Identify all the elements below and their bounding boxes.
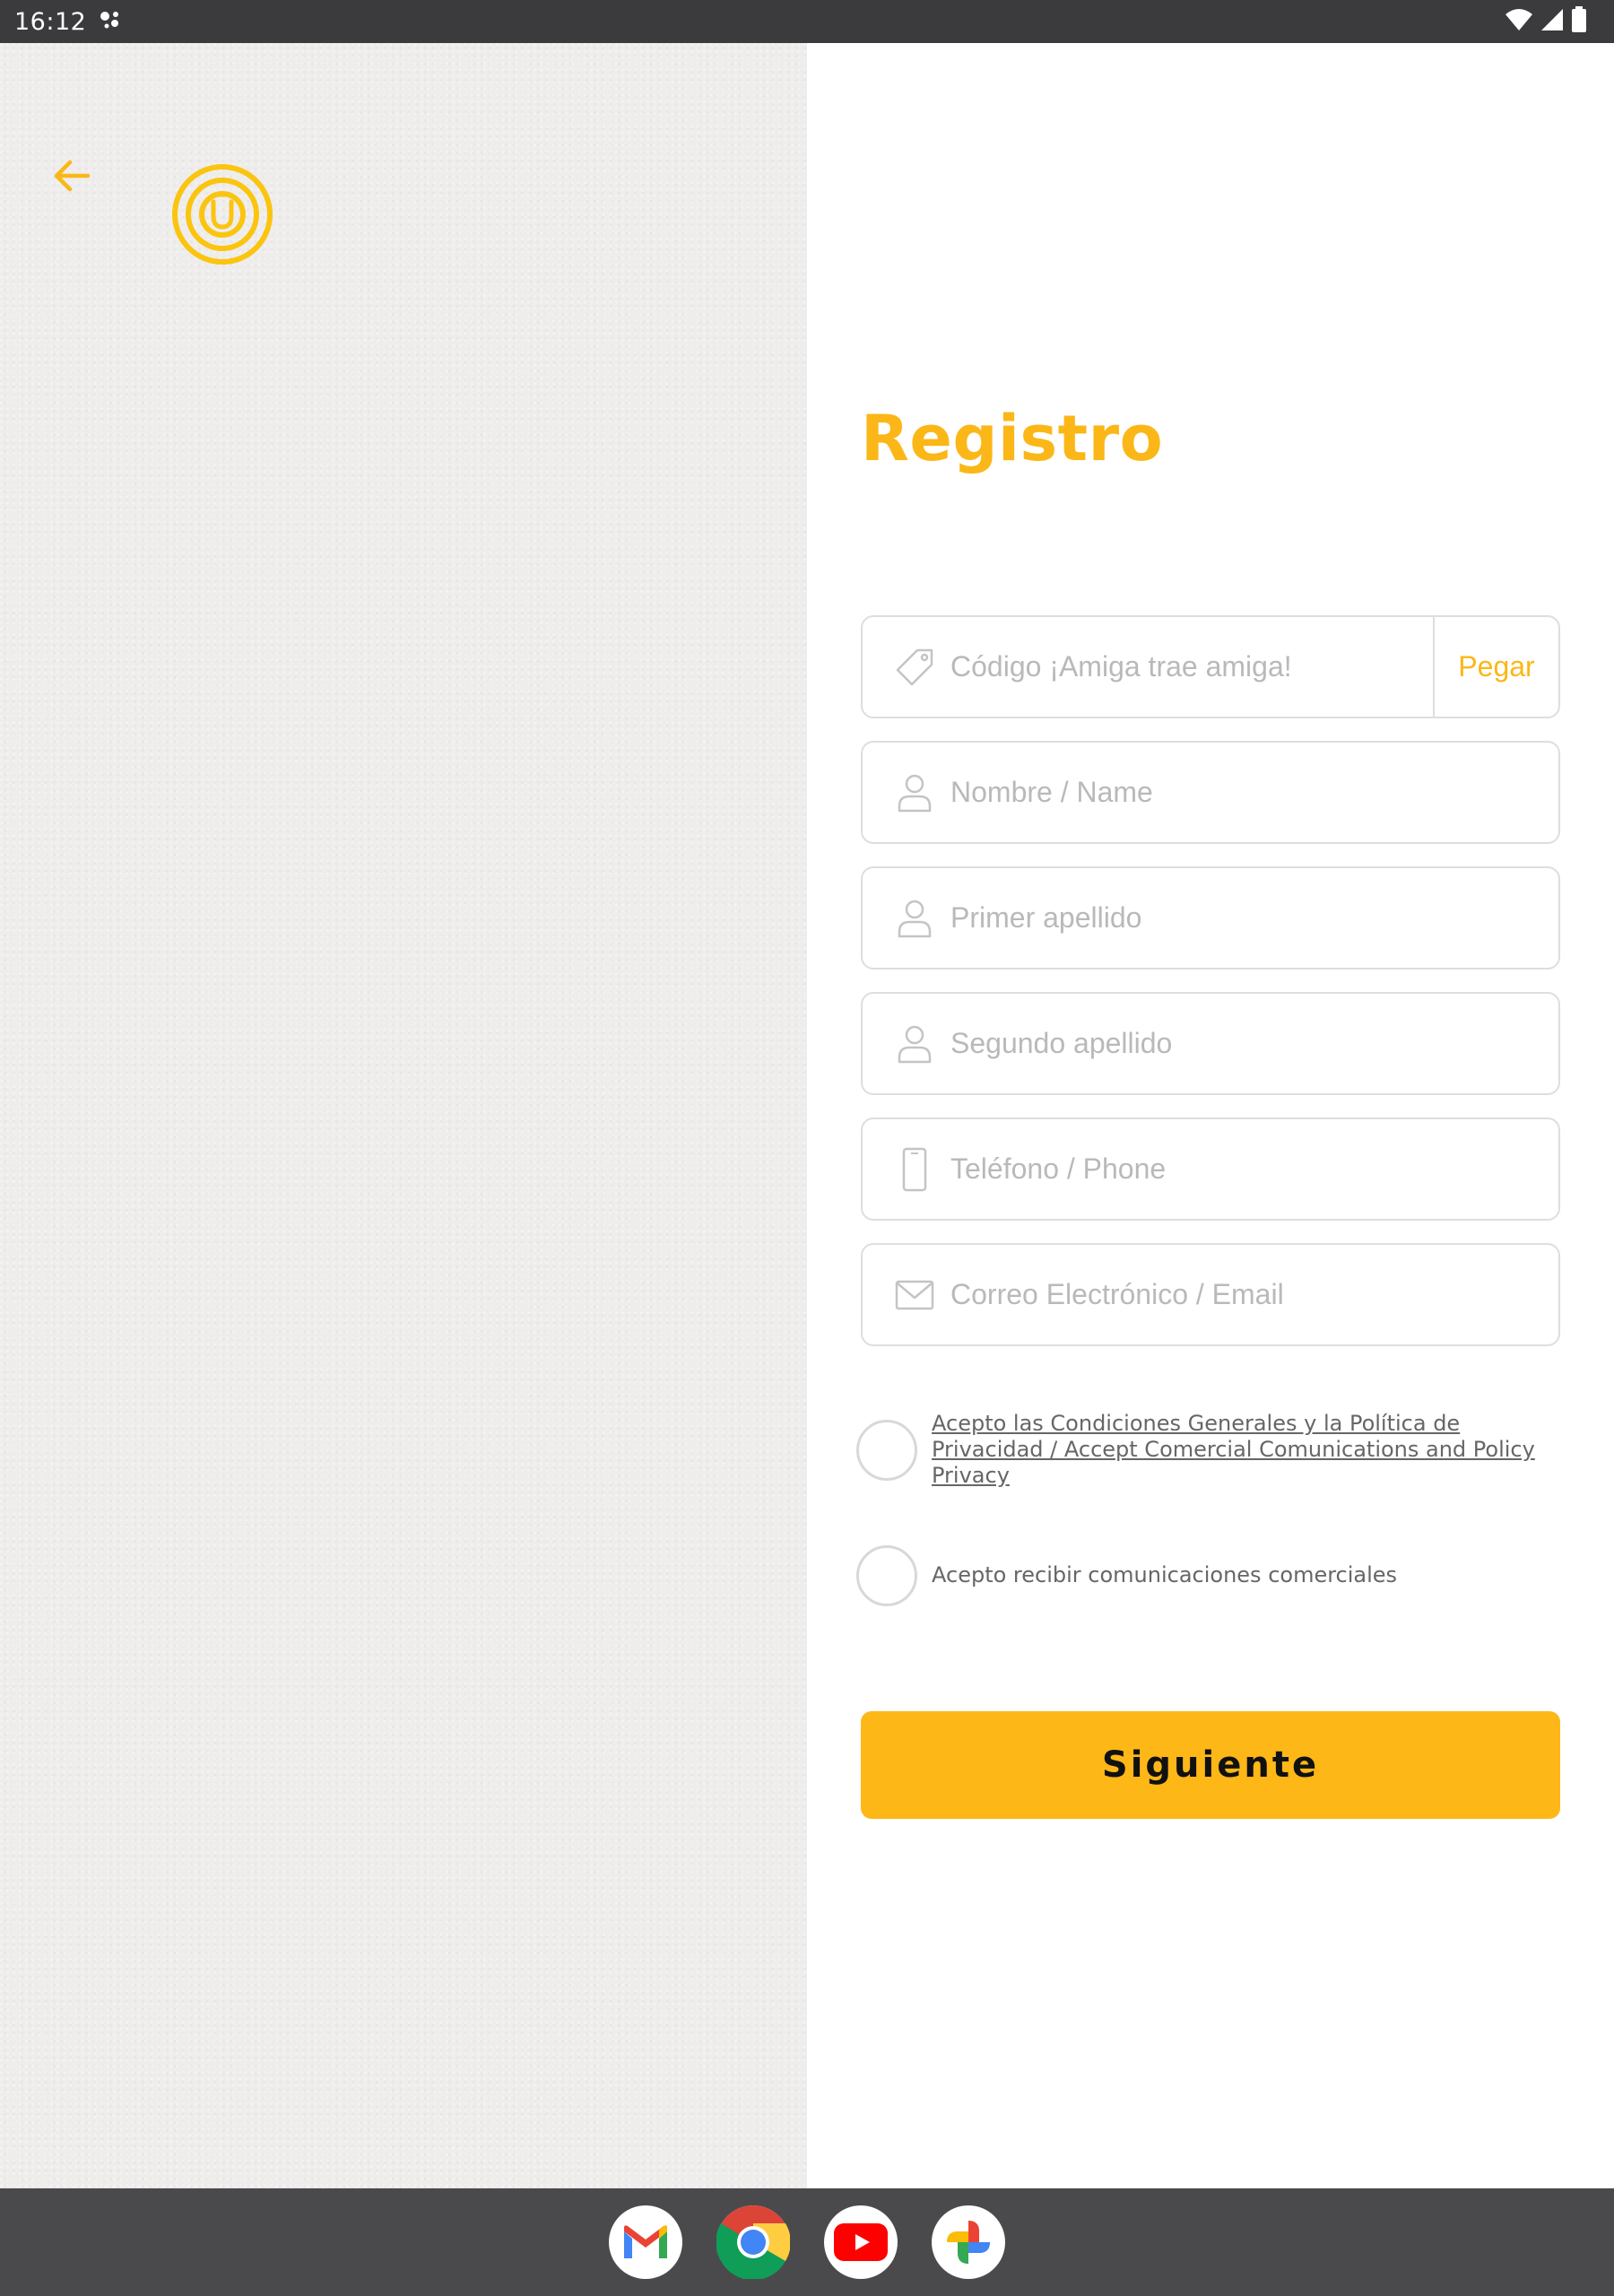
first-surname-input[interactable]	[950, 868, 1558, 968]
signal-icon	[1540, 7, 1564, 37]
photos-icon[interactable]	[932, 2205, 1005, 2279]
envelope-icon	[893, 1274, 936, 1317]
person-icon	[893, 1022, 936, 1065]
name-field	[861, 741, 1560, 844]
wifi-icon	[1505, 7, 1533, 37]
arrow-left-icon	[52, 158, 91, 198]
status-right	[1505, 5, 1600, 38]
registration-panel: Registro Pegar	[807, 43, 1614, 2188]
app-dock	[0, 2188, 1614, 2296]
person-icon	[893, 771, 936, 814]
name-input[interactable]	[950, 743, 1558, 842]
phone-field	[861, 1118, 1560, 1221]
paste-button[interactable]: Pegar	[1433, 617, 1558, 717]
chrome-icon[interactable]	[716, 2205, 790, 2279]
smartphone-icon	[893, 1147, 936, 1191]
terms-consent-row: Acepto las Condiciones Generales y la Po…	[856, 1411, 1565, 1489]
marketing-consent-label: Acepto recibir comunicaciones comerciale…	[932, 1562, 1398, 1587]
next-button[interactable]: Siguiente	[861, 1711, 1560, 1819]
marketing-consent-radio[interactable]	[856, 1545, 917, 1606]
marketing-consent-row: Acepto recibir comunicaciones comerciale…	[856, 1545, 1565, 1606]
assistant-dots-icon	[99, 9, 126, 35]
gmail-icon[interactable]	[609, 2205, 682, 2279]
ticket-icon	[893, 646, 936, 689]
battery-icon	[1571, 5, 1587, 38]
status-time: 16:12	[14, 7, 87, 36]
terms-consent-radio[interactable]	[856, 1420, 917, 1481]
back-button[interactable]	[45, 151, 99, 204]
email-input[interactable]	[950, 1245, 1558, 1344]
referral-code-field: Pegar	[861, 615, 1560, 718]
page-title: Registro	[861, 402, 1164, 475]
status-left: 16:12	[14, 8, 126, 36]
brand-logo	[170, 162, 274, 266]
terms-consent-link[interactable]: Acepto las Condiciones Generales y la Po…	[932, 1411, 1565, 1489]
first-surname-field	[861, 866, 1560, 970]
phone-input[interactable]	[950, 1119, 1558, 1219]
youtube-icon[interactable]	[824, 2205, 898, 2279]
second-surname-field	[861, 992, 1560, 1095]
status-bar: 16:12	[0, 0, 1614, 43]
email-field	[861, 1243, 1560, 1346]
second-surname-input[interactable]	[950, 994, 1558, 1093]
referral-code-input[interactable]	[950, 617, 1433, 717]
left-panel	[0, 43, 807, 2188]
person-icon	[893, 897, 936, 940]
